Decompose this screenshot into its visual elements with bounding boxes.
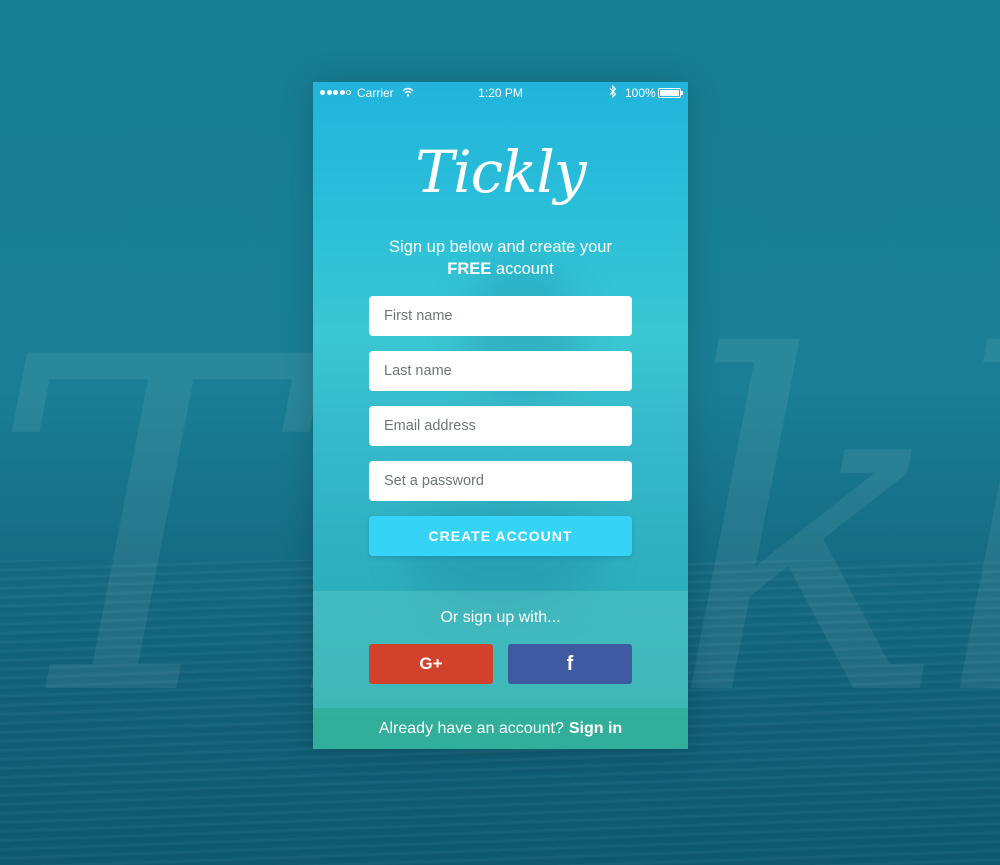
create-account-button[interactable]: CREATE ACCOUNT bbox=[369, 516, 632, 556]
signup-tagline: Sign up below and create your FREE accou… bbox=[313, 236, 688, 280]
facebook-icon: f bbox=[566, 652, 574, 675]
sign-in-link[interactable]: Sign in bbox=[569, 720, 622, 738]
tagline-account: account bbox=[495, 260, 554, 278]
first-name-field[interactable]: First name bbox=[369, 296, 632, 336]
last-name-field[interactable]: Last name bbox=[369, 351, 632, 391]
social-signup-panel: Or sign up with... G+ f bbox=[313, 591, 688, 708]
social-signup-label: Or sign up with... bbox=[440, 609, 561, 626]
phone-screen: Carrier 1:20 PM 100% Tickly Sign up belo… bbox=[313, 82, 688, 749]
battery-icon bbox=[658, 88, 683, 98]
signin-footer: Already have an account? Sign in bbox=[313, 708, 688, 749]
first-name-placeholder: First name bbox=[384, 308, 453, 324]
bluetooth-icon bbox=[609, 84, 617, 101]
email-placeholder: Email address bbox=[384, 418, 476, 434]
last-name-placeholder: Last name bbox=[384, 363, 452, 379]
app-logo: Tickly bbox=[415, 138, 586, 206]
signin-prompt: Already have an account? bbox=[378, 719, 564, 737]
google-plus-icon: G+ bbox=[419, 654, 443, 673]
password-field[interactable]: Set a password bbox=[369, 461, 632, 501]
tagline-free-emphasis: FREE bbox=[447, 260, 492, 278]
facebook-signup-button[interactable]: f bbox=[508, 644, 632, 684]
status-bar: Carrier 1:20 PM 100% bbox=[313, 82, 688, 104]
background-scene: Tickly Carrier 1:20 PM 100% bbox=[0, 0, 1000, 865]
tagline-line-1: Sign up below and create your bbox=[389, 238, 612, 256]
password-placeholder: Set a password bbox=[384, 473, 484, 489]
google-signup-button[interactable]: G+ bbox=[369, 644, 493, 684]
tagline-line-2: FREE account bbox=[313, 258, 688, 280]
battery-percentage: 100% bbox=[625, 86, 656, 100]
email-field[interactable]: Email address bbox=[369, 406, 632, 446]
